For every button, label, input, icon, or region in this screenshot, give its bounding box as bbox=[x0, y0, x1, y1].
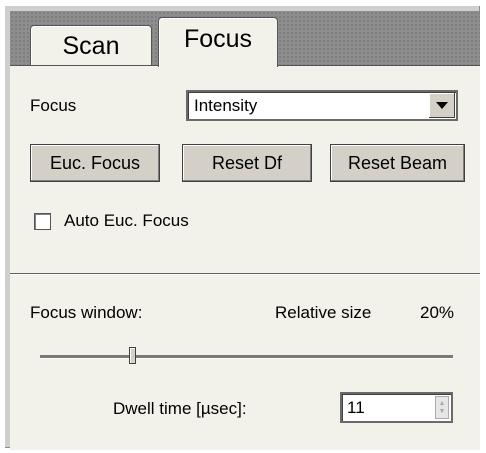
dropdown-arrow-icon[interactable] bbox=[429, 93, 455, 118]
auto-euc-focus-checkbox[interactable] bbox=[34, 213, 51, 230]
euc-focus-button[interactable]: Euc. Focus bbox=[30, 144, 160, 182]
focus-mode-value: Intensity bbox=[194, 96, 258, 115]
tab-focus[interactable]: Focus bbox=[158, 17, 278, 67]
spin-arrows-icon[interactable]: ▲ ▼ bbox=[435, 396, 449, 419]
focus-label: Focus bbox=[30, 96, 77, 115]
tab-scan[interactable]: Scan bbox=[30, 25, 152, 66]
focus-window-slider-thumb[interactable] bbox=[129, 347, 137, 364]
dwell-time-value: 11 bbox=[347, 398, 365, 417]
relative-size-value: 20% bbox=[420, 303, 455, 322]
section-divider bbox=[10, 273, 480, 275]
relative-size-label: Relative size bbox=[275, 303, 372, 322]
dwell-time-input[interactable]: 11 ▲ ▼ bbox=[340, 392, 453, 423]
dwell-time-label: Dwell time [µsec]: bbox=[113, 399, 247, 418]
focus-tab-panel: Focus Intensity Euc. Focus Reset Df Rese… bbox=[10, 65, 480, 450]
focus-mode-select[interactable]: Intensity bbox=[186, 90, 458, 121]
focus-window-label: Focus window: bbox=[30, 303, 143, 322]
auto-euc-focus-label: Auto Euc. Focus bbox=[64, 211, 189, 230]
focus-window-slider-track[interactable] bbox=[40, 355, 453, 359]
focus-panel-frame: Scan Focus Focus Intensity Euc. Focus Re… bbox=[4, 5, 480, 450]
reset-beam-button[interactable]: Reset Beam bbox=[330, 144, 465, 182]
tab-strip: Scan Focus bbox=[10, 11, 480, 67]
reset-df-button[interactable]: Reset Df bbox=[182, 144, 312, 182]
